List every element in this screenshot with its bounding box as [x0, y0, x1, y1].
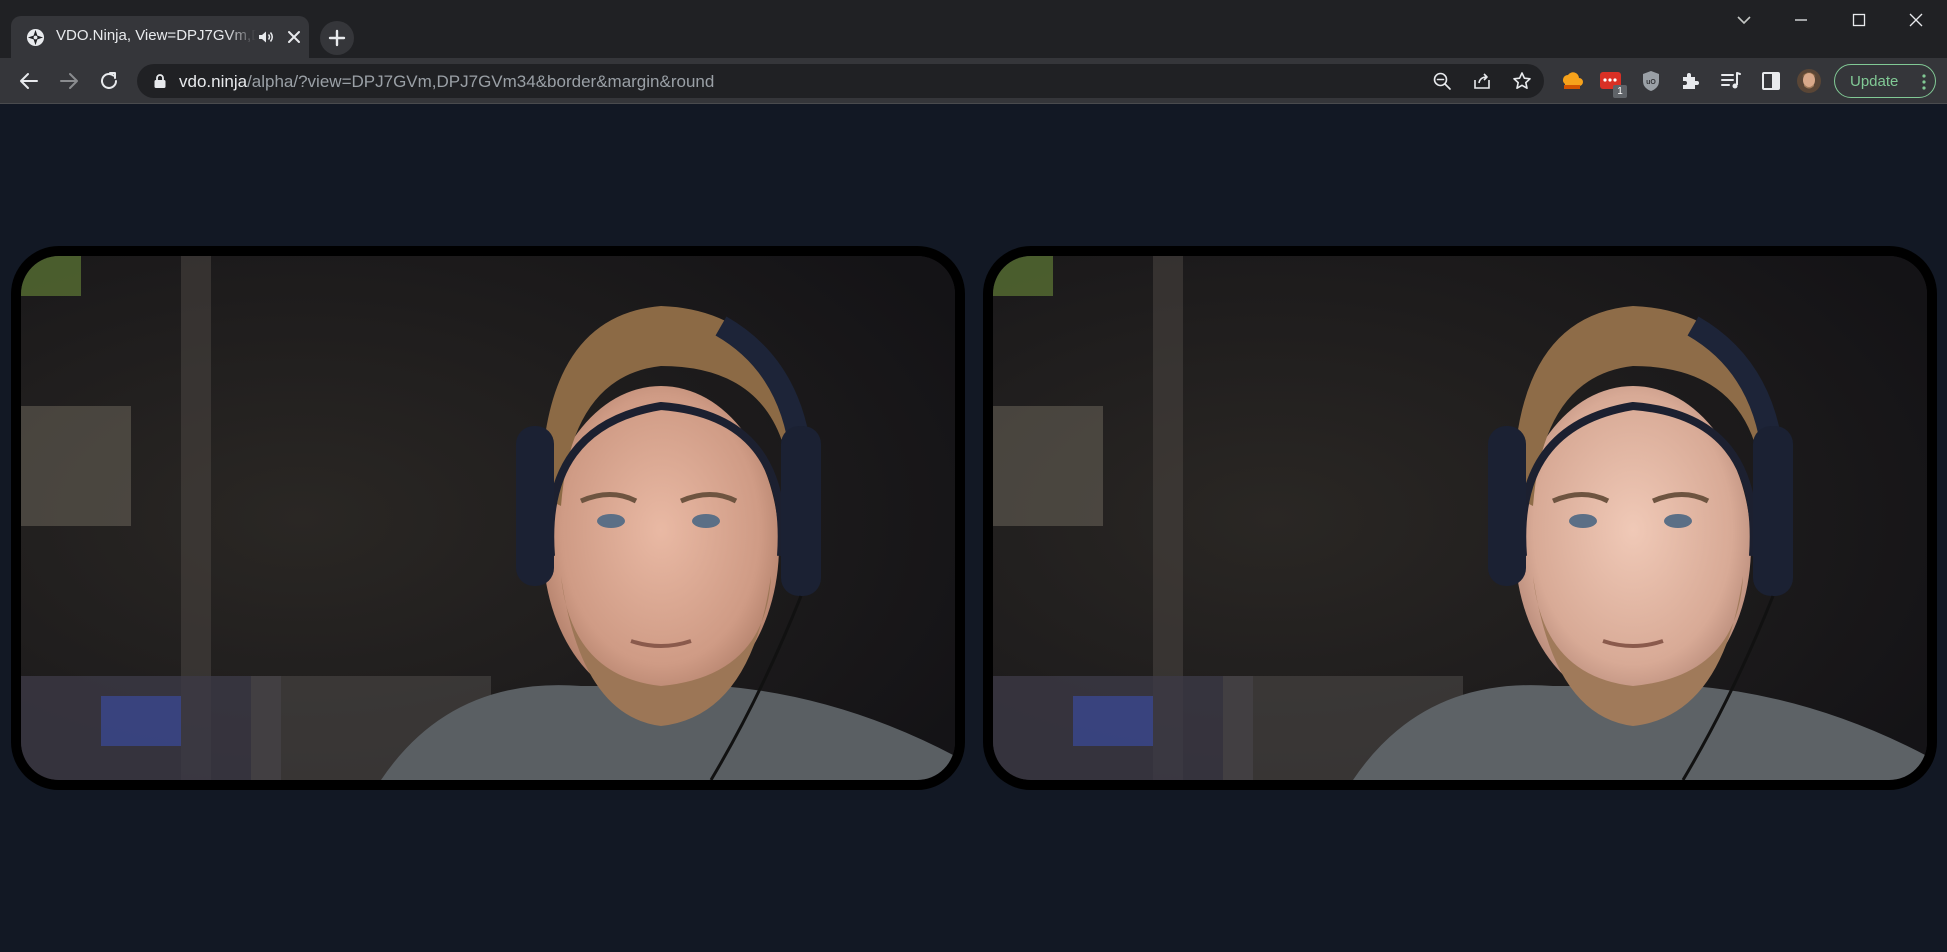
lock-icon[interactable] — [153, 73, 167, 89]
extensions-puzzle-icon[interactable] — [1679, 69, 1703, 93]
close-icon — [1909, 13, 1923, 27]
maximize-button[interactable] — [1846, 7, 1872, 33]
chevron-down-icon — [1737, 16, 1751, 25]
avatar-image — [1797, 69, 1821, 93]
video-tile-2[interactable] — [983, 246, 1937, 790]
video-tile-1[interactable] — [11, 246, 965, 790]
url-text: vdo.ninja/alpha/?view=DPJ7GVm,DPJ7GVm34&… — [179, 72, 714, 92]
webcam-frame-image — [993, 256, 1927, 780]
browser-toolbar: vdo.ninja/alpha/?view=DPJ7GVm,DPJ7GVm34&… — [0, 58, 1947, 104]
video-feed-1 — [21, 256, 955, 780]
page-content — [0, 104, 1947, 952]
video-feed-2 — [993, 256, 1927, 780]
address-bar[interactable]: vdo.ninja/alpha/?view=DPJ7GVm,DPJ7GVm34&… — [137, 64, 1544, 98]
url-path: /alpha/?view=DPJ7GVm,DPJ7GVm34&border&ma… — [247, 72, 715, 91]
media-control-icon[interactable] — [1719, 69, 1743, 93]
extension-badge: 1 — [1613, 85, 1627, 98]
reload-icon[interactable] — [95, 67, 123, 95]
title-bar: VDO.Ninja, View=DPJ7GVm,DPJ7GVm34 — [0, 0, 1947, 58]
new-tab-button[interactable] — [320, 21, 354, 55]
zoom-out-icon[interactable] — [1432, 71, 1452, 91]
update-button[interactable]: Update — [1834, 64, 1936, 98]
speaker-icon[interactable] — [257, 28, 275, 46]
more-vertical-icon[interactable] — [1916, 72, 1932, 92]
side-panel-icon[interactable] — [1759, 69, 1783, 93]
webcam-frame-image — [21, 256, 955, 780]
svg-text:uO: uO — [1646, 79, 1656, 86]
cloud-extension-icon[interactable] — [1560, 69, 1584, 93]
plus-icon — [328, 29, 346, 47]
tab-title: VDO.Ninja, View=DPJ7GVm,DPJ7GVm34 — [56, 27, 256, 44]
profile-avatar[interactable] — [1797, 69, 1821, 93]
maximize-icon — [1852, 13, 1866, 27]
back-arrow-icon[interactable] — [15, 67, 43, 95]
update-button-label: Update — [1850, 73, 1899, 90]
minimize-button[interactable] — [1788, 7, 1814, 33]
url-host: vdo.ninja — [179, 72, 248, 91]
ublock-shield-icon[interactable]: uO — [1639, 69, 1663, 93]
share-icon[interactable] — [1472, 71, 1492, 91]
forward-arrow-icon[interactable] — [55, 67, 83, 95]
close-window-button[interactable] — [1903, 7, 1929, 33]
close-tab-icon[interactable] — [284, 27, 304, 47]
bookmark-star-icon[interactable] — [1512, 71, 1532, 91]
vdo-ninja-icon — [26, 28, 45, 47]
minimize-icon — [1795, 19, 1807, 21]
tab-search-button[interactable] — [1731, 7, 1757, 33]
browser-tab[interactable]: VDO.Ninja, View=DPJ7GVm,DPJ7GVm34 — [11, 16, 309, 58]
